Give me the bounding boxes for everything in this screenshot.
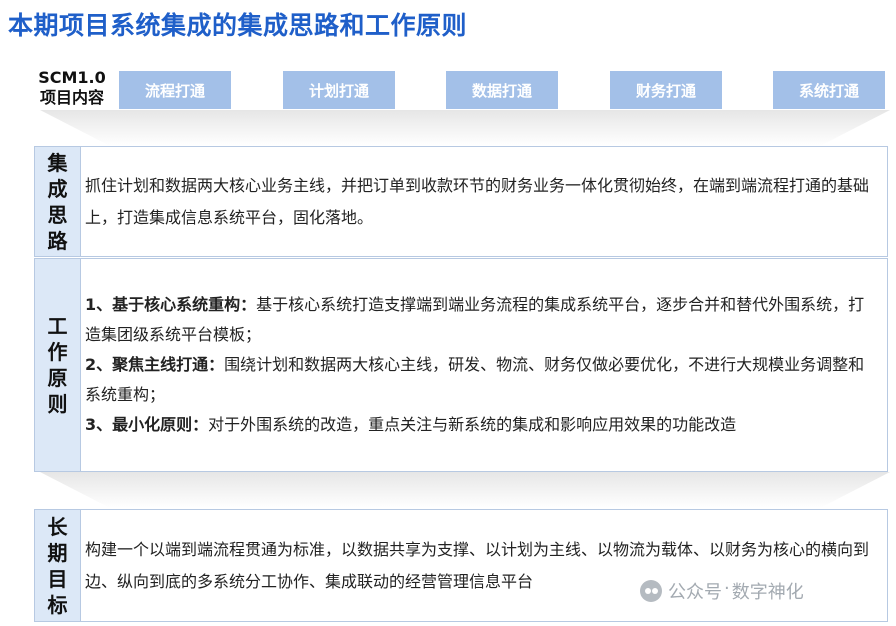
integration-idea-heading-cell: 集成思路 bbox=[35, 147, 81, 256]
work-principles-body: 1、基于核心系统重构：基于核心系统打造支撑端到端业务流程的集成系统平台，逐步合并… bbox=[85, 259, 879, 471]
integration-idea-block: 集成思路 抓住计划和数据两大核心业务主线，并把订单到收款环节的财务业务一体化贯彻… bbox=[34, 146, 888, 257]
principle-title: 3、最小化原则： bbox=[85, 415, 209, 434]
watermark-dot: · bbox=[724, 578, 730, 599]
work-principles-heading-cell: 工作原则 bbox=[35, 259, 81, 471]
work-principles-heading: 工作原则 bbox=[47, 314, 68, 416]
long-term-goal-heading-cell: 长期目标 bbox=[35, 510, 81, 621]
principle-title: 2、聚焦主线打通： bbox=[85, 355, 225, 374]
wechat-icon bbox=[640, 580, 662, 602]
integration-idea-heading: 集成思路 bbox=[47, 150, 68, 253]
watermark-name: 数字神化 bbox=[731, 582, 804, 603]
funnel-shape bbox=[40, 472, 890, 508]
slide: 本期项目系统集成的集成思路和工作原则 SCM1.0 项目内容 流程打通 计划打通… bbox=[0, 0, 896, 626]
long-term-goal-body: 构建一个以端到端流程贯通为标准，以数据共享为支撑、以计划为主线、以物流为载体、以… bbox=[85, 510, 879, 621]
principle-text: 对于外围系统的改造，重点关注与新系统的集成和影响应用效果的功能改造 bbox=[208, 415, 737, 434]
funnel-shape bbox=[40, 110, 890, 146]
principle-item: 3、最小化原则：对于外围系统的改造，重点关注与新系统的集成和影响应用效果的功能改… bbox=[85, 410, 879, 440]
scm-version: SCM1.0 bbox=[38, 68, 106, 87]
principle-item: 1、基于核心系统重构：基于核心系统打造支撑端到端业务流程的集成系统平台，逐步合并… bbox=[85, 290, 879, 350]
long-term-goal-block: 长期目标 构建一个以端到端流程贯通为标准，以数据共享为支撑、以计划为主线、以物流… bbox=[34, 509, 888, 622]
integration-idea-text: 抓住计划和数据两大核心业务主线，并把订单到收款环节的财务业务一体化贯彻始终，在端… bbox=[85, 175, 870, 227]
watermark-text: 公众号 · 数字神化 bbox=[668, 578, 804, 604]
watermark-source: 公众号 bbox=[668, 582, 722, 603]
long-term-goal-heading: 长期目标 bbox=[47, 514, 68, 617]
principle-item: 2、聚焦主线打通：围绕计划和数据两大核心主线，研发、物流、财务仅做必要优化，不进… bbox=[85, 350, 879, 410]
scm-label: SCM1.0 项目内容 bbox=[32, 68, 112, 108]
page-title: 本期项目系统集成的集成思路和工作原则 bbox=[8, 11, 468, 40]
watermark: 公众号 · 数字神化 bbox=[640, 578, 804, 604]
work-principles-block: 工作原则 1、基于核心系统重构：基于核心系统打造支撑端到端业务流程的集成系统平台… bbox=[34, 258, 888, 472]
integration-idea-body: 抓住计划和数据两大核心业务主线，并把订单到收款环节的财务业务一体化贯彻始终，在端… bbox=[85, 147, 879, 256]
principle-title: 1、基于核心系统重构： bbox=[85, 295, 257, 314]
